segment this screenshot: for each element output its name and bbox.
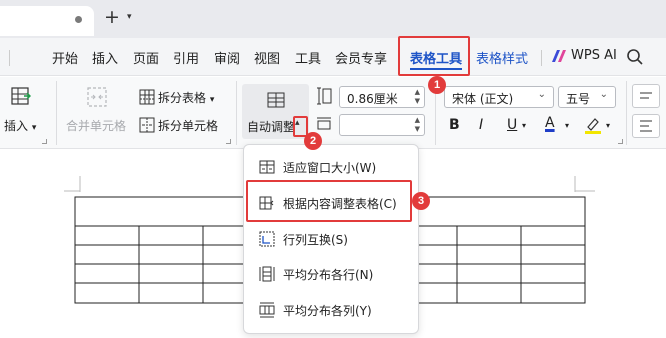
spin-up-icon[interactable]: ▲ [415,88,420,96]
menu-references[interactable]: 引用 [173,48,199,67]
insert-button[interactable]: 插入 ▾ [4,117,36,134]
step-badge: 1 [428,76,446,94]
menu-item-label: 平均分布各行(N) [283,268,374,282]
menu-item-label: 行列互换(S) [283,233,348,247]
chevron-down-icon[interactable]: ▾ [606,121,610,130]
menu-item-distribute-rows[interactable]: 平均分布各行(N) [244,257,420,291]
dialog-launcher-icon[interactable] [42,139,47,144]
column-width-icon [317,117,331,130]
wps-ai-logo-icon [552,50,566,62]
divider [236,81,237,145]
divider [56,81,57,145]
font-size-value: 五号 [566,92,591,106]
split-table-button[interactable]: 拆分表格 ▾ [158,89,214,106]
font-name-value: 宋体 (正文) [452,92,514,106]
align-lines-icon [640,120,652,132]
auto-adjust-icon [267,92,285,108]
dialog-launcher-icon[interactable] [618,139,623,144]
highlight-box-fit-content [246,180,412,222]
bold-button[interactable]: B [449,117,460,133]
fit-window-icon [259,160,275,174]
chevron-down-icon[interactable]: ▾ [565,121,569,130]
divider [9,50,10,66]
menu-item-fit-window[interactable]: 适应窗口大小(W) [244,150,420,184]
divider [541,50,542,66]
row-height-value: 0.86厘米 [347,92,398,106]
auto-adjust-menu: 适应窗口大小(W) 根据内容调整表格(C) 行列互换(S) 平均分布各行(N) … [243,144,419,334]
paragraph-button[interactable] [632,84,660,108]
menu-home[interactable]: 开始 [52,48,78,67]
step-badge: 3 [412,192,430,210]
chevron-down-icon: ▾ [209,95,215,105]
split-table-icon [139,89,155,105]
menu-page[interactable]: 页面 [133,48,159,67]
insert-label: 插入 [4,119,29,133]
chevron-down-icon: ▾ [31,123,37,133]
align-lines-icon [640,92,652,99]
insert-table-icon[interactable] [10,86,32,108]
chevron-down-icon[interactable]: ▾ [127,12,132,22]
step-badge: 2 [304,132,322,150]
spin-down-icon[interactable]: ▼ [415,125,420,133]
underline-button[interactable]: U [507,117,517,133]
menu-bar: 开始 插入 页面 引用 审阅 视图 工具 会员专享 表格工具 表格样式 WPS … [0,38,666,76]
tab-table-style[interactable]: 表格样式 [476,48,528,67]
ribbon-toolbar: 插入 ▾ 合并单元格 拆分表格 ▾ 拆分单元格 自动调整 ▴ 0.86厘米 ▲ … [0,77,666,149]
menu-item-distribute-columns[interactable]: 平均分布各列(Y) [244,293,420,327]
italic-button[interactable]: I [479,117,483,133]
menu-insert[interactable]: 插入 [92,48,118,67]
spin-down-icon[interactable]: ▼ [415,97,420,105]
divider [626,81,627,145]
menu-tools[interactable]: 工具 [295,48,321,67]
column-width-input[interactable]: ▲ ▼ [339,114,425,136]
distribute-rows-icon [259,266,275,282]
font-color-button[interactable]: A [545,115,555,131]
auto-adjust-label: 自动调整 [247,120,296,134]
paragraph-align-button[interactable] [632,114,660,138]
font-name-select[interactable]: 宋体 (正文) ⌄ [444,86,554,108]
highlight-box-table-tools [398,36,470,76]
font-size-select[interactable]: 五号 ⌄ [558,86,616,108]
split-cells-button[interactable]: 拆分单元格 [158,117,218,134]
menu-item-transpose[interactable]: 行列互换(S) [244,222,420,256]
menu-item-label: 平均分布各列(Y) [283,304,372,318]
row-height-icon [317,87,332,105]
merge-cells-button: 合并单元格 [66,119,127,133]
chevron-down-icon: ⌄ [599,89,608,100]
split-table-label: 拆分表格 [158,91,207,105]
title-bar: + ▾ [0,0,666,38]
chevron-down-icon[interactable]: ▾ [522,121,526,130]
transpose-icon [259,231,275,247]
row-height-input[interactable]: 0.86厘米 ▲ ▼ [339,86,425,108]
merge-cells-icon [87,87,107,107]
wps-ai-button[interactable]: WPS AI [571,48,617,63]
dialog-launcher-icon[interactable] [226,139,231,144]
menu-member[interactable]: 会员专享 [335,48,387,67]
menu-review[interactable]: 审阅 [214,48,240,67]
search-icon[interactable] [626,48,644,66]
menu-item-label: 适应窗口大小(W) [283,161,377,175]
split-cells-icon [139,117,155,133]
document-tab[interactable] [0,6,94,36]
chevron-down-icon: ⌄ [537,89,546,100]
new-tab-button[interactable]: + [104,6,120,28]
unsaved-dot-icon [75,16,82,23]
distribute-columns-icon [259,302,275,318]
highlight-pen-icon[interactable] [584,115,602,135]
menu-view[interactable]: 视图 [254,48,280,67]
spin-up-icon[interactable]: ▲ [415,116,420,124]
